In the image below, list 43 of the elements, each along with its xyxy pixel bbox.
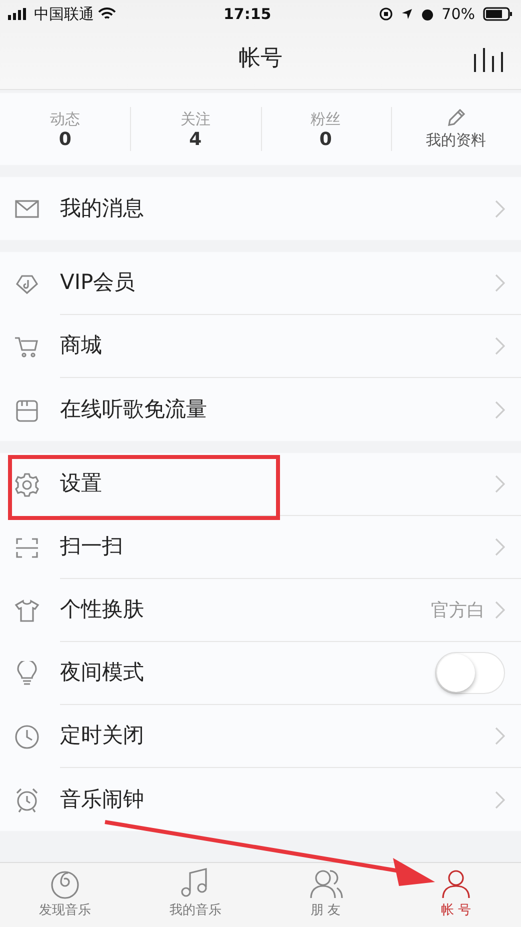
menu-item[interactable]: 定时关闭 xyxy=(0,705,521,768)
rotation-lock-icon xyxy=(378,7,393,21)
friends-icon xyxy=(308,867,343,901)
chevron-right-icon xyxy=(495,727,505,745)
menu-item[interactable]: 扫一扫 xyxy=(0,516,521,579)
clock-icon xyxy=(14,724,40,750)
chevron-right-icon xyxy=(495,274,505,292)
carrier-name: 中国联通 xyxy=(34,4,94,25)
stat-item[interactable]: 粉丝 0 xyxy=(260,93,391,165)
lightbulb-icon xyxy=(14,660,40,686)
shirt-icon xyxy=(14,598,40,624)
location-icon xyxy=(400,8,413,20)
tab-item[interactable]: 发现音乐 xyxy=(0,863,130,927)
tab-item[interactable]: 我的音乐 xyxy=(130,863,260,927)
chevron-right-icon xyxy=(495,400,505,418)
menu-item[interactable]: 商城 xyxy=(0,315,521,378)
chevron-right-icon xyxy=(495,601,505,619)
chevron-right-icon xyxy=(495,538,505,556)
battery-percent: 70% xyxy=(442,4,475,25)
chevron-right-icon xyxy=(495,337,505,355)
chevron-right-icon xyxy=(495,475,505,493)
menu-item[interactable]: VIP会员 xyxy=(0,252,521,315)
current-skin: 官方白 xyxy=(431,598,485,622)
chevron-right-icon xyxy=(495,200,505,218)
menu-item[interactable]: 我的消息 xyxy=(0,177,521,240)
tab-item[interactable]: 朋 友 xyxy=(260,863,391,927)
night-mode-toggle[interactable] xyxy=(435,652,505,694)
menu-item[interactable]: 个性换肤 官方白 xyxy=(0,579,521,642)
alarm-clock-icon xyxy=(14,786,40,812)
page-title: 帐号 xyxy=(238,45,282,73)
settings-icon xyxy=(14,472,40,498)
tab-item[interactable]: 帐 号 xyxy=(390,863,521,927)
battery-icon xyxy=(483,7,513,21)
menu-item[interactable]: 夜间模式 xyxy=(0,642,521,705)
menu-item[interactable]: 音乐闹钟 xyxy=(0,768,521,831)
menu-item[interactable]: 在线听歌免流量 xyxy=(0,378,521,441)
profile-link[interactable]: 我的资料 xyxy=(390,93,521,165)
menu-item[interactable]: 设置 xyxy=(0,453,521,516)
status-time: 17:15 xyxy=(223,4,272,25)
stat-item[interactable]: 动态 0 xyxy=(0,93,130,165)
chevron-right-icon xyxy=(495,790,505,808)
wifi-icon xyxy=(98,7,116,21)
stat-item[interactable]: 关注 4 xyxy=(130,93,260,165)
